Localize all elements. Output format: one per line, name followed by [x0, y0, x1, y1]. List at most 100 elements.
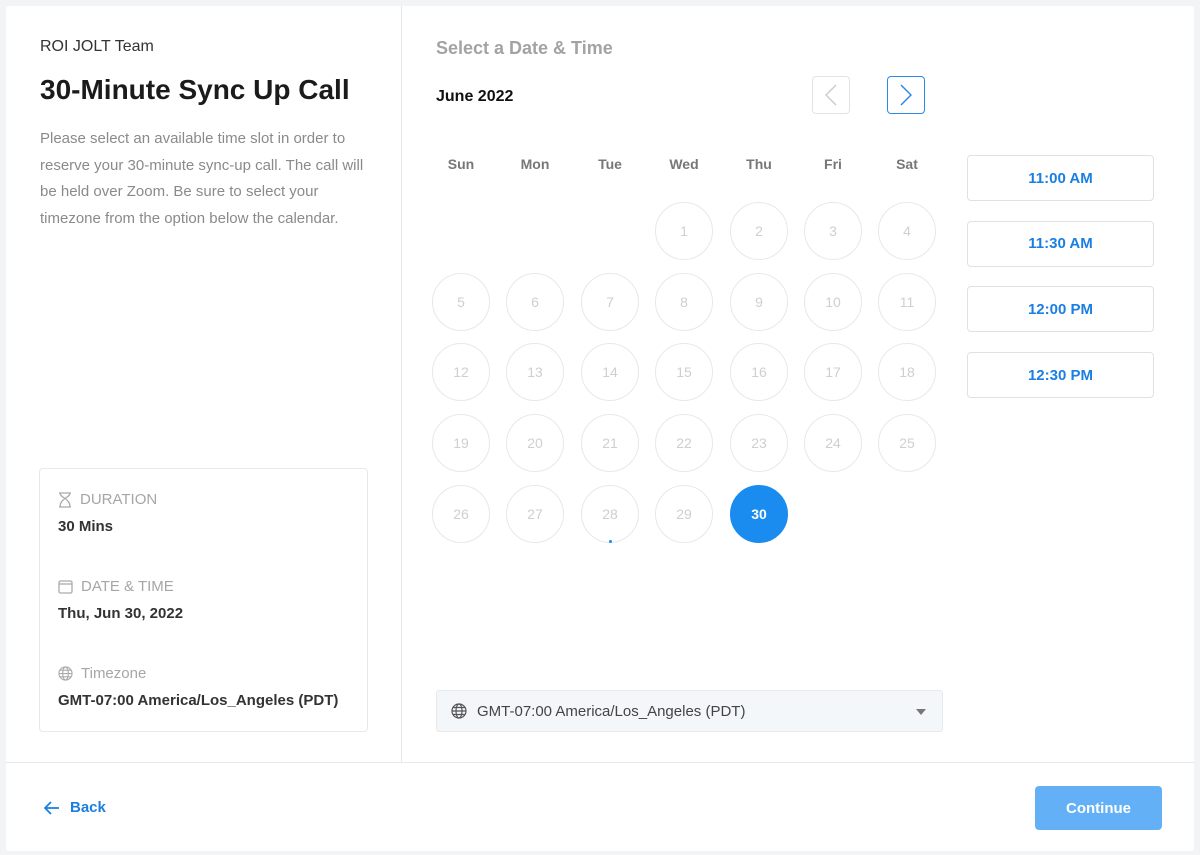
footer: Back Continue [6, 762, 1194, 851]
day-number: 22 [676, 435, 692, 452]
weekday-header: Sat [896, 156, 918, 172]
calendar-day: 19 [432, 414, 490, 473]
prev-month-button[interactable] [812, 76, 850, 114]
day-number: 23 [751, 435, 767, 452]
calendar-day: 16 [730, 343, 788, 402]
calendar-day: 17 [804, 343, 862, 402]
time-slot-button[interactable]: 12:00 PM [967, 286, 1154, 333]
calendar-day: 10 [804, 272, 862, 331]
day-number: 28 [602, 505, 618, 522]
month-label: June 2022 [436, 88, 514, 105]
day-number: 1 [680, 223, 688, 239]
duration-value: 30 Mins [58, 518, 114, 535]
duration-label: DURATION [58, 491, 157, 508]
calendar-day: 26 [432, 484, 490, 543]
day-number: 3 [829, 223, 837, 239]
calendar-day: 2 [730, 202, 788, 260]
day-number: 25 [899, 435, 915, 452]
calendar-icon [58, 580, 73, 594]
calendar-day-selected[interactable]: 30 [730, 484, 788, 543]
calendar-day: 7 [581, 272, 639, 331]
event-details-panel: ROI JOLT Team 30-Minute Sync Up Call Ple… [6, 6, 402, 762]
weekday-header: Thu [746, 156, 772, 172]
day-number: 18 [899, 364, 915, 381]
caret-down-icon [916, 709, 926, 715]
calendar-day: 21 [581, 414, 639, 473]
day-number: 19 [453, 435, 469, 452]
duration-label-text: DURATION [80, 491, 158, 508]
weekday-header: Wed [669, 156, 699, 172]
calendar-day: 24 [804, 414, 862, 473]
day-number: 11 [899, 293, 915, 310]
calendar-day: 27 [506, 484, 564, 543]
globe-icon [451, 703, 467, 719]
booking-card: ROI JOLT Team 30-Minute Sync Up Call Ple… [6, 6, 1194, 851]
calendar-day: 6 [506, 272, 564, 331]
timezone-value: GMT-07:00 America/Los_Angeles (PDT) [58, 692, 339, 709]
day-number: 2 [755, 223, 763, 239]
datetime-label: DATE & TIME [58, 578, 174, 595]
weekday-header: Sun [447, 156, 475, 172]
team-name: ROI JOLT Team [40, 38, 154, 55]
day-number: 8 [680, 293, 688, 310]
hourglass-icon [59, 491, 71, 508]
calendar-day: 28 [581, 484, 639, 543]
calendar-day: 25 [878, 414, 936, 473]
timezone-label-text: Timezone [81, 665, 147, 682]
calendar-day: 12 [432, 343, 490, 402]
calendar-day: 5 [432, 272, 490, 331]
event-description: Please select an available time slot in … [40, 130, 364, 227]
calendar-day: 11 [878, 272, 936, 331]
day-number: 20 [527, 435, 543, 452]
day-number: 12 [453, 364, 469, 381]
day-number: 30 [751, 505, 767, 522]
day-number: 16 [751, 364, 767, 381]
calendar-day: 20 [506, 414, 564, 473]
day-number: 29 [676, 505, 692, 522]
weekday-header: Tue [598, 156, 622, 172]
day-number: 15 [676, 364, 692, 381]
day-number: 7 [606, 293, 614, 310]
day-number: 9 [755, 293, 763, 310]
day-number: 10 [825, 293, 841, 310]
calendar-day: 3 [804, 202, 862, 260]
chevron-left-icon [825, 84, 837, 106]
continue-button[interactable]: Continue [1035, 786, 1162, 830]
day-number: 5 [457, 293, 465, 310]
day-number: 27 [527, 505, 543, 522]
calendar-day: 1 [655, 202, 713, 260]
next-month-button[interactable] [887, 76, 925, 114]
timezone-select[interactable]: GMT-07:00 America/Los_Angeles (PDT) [436, 690, 943, 732]
timezone-select-value: GMT-07:00 America/Los_Angeles (PDT) [477, 702, 746, 720]
calendar-day: 14 [581, 343, 639, 402]
back-button[interactable]: Back [44, 799, 106, 816]
day-number: 13 [527, 364, 543, 381]
day-number: 26 [453, 505, 469, 522]
section-heading: Select a Date & Time [436, 38, 613, 58]
day-number: 24 [825, 435, 841, 452]
day-number: 4 [903, 223, 911, 239]
chevron-right-icon [900, 84, 912, 106]
datetime-value: Thu, Jun 30, 2022 [58, 605, 184, 622]
calendar-day: 22 [655, 414, 713, 473]
calendar-day: 9 [730, 272, 788, 331]
arrow-left-icon [44, 800, 59, 815]
event-title: 30-Minute Sync Up Call [40, 74, 350, 105]
time-slot-button[interactable]: 12:30 PM [967, 352, 1154, 399]
time-slot-button[interactable]: 11:30 AM [967, 220, 1154, 267]
today-marker [609, 539, 612, 543]
day-number: 21 [602, 435, 618, 452]
summary-box: DURATION 30 Mins DATE & TIME Thu, Jun 30… [39, 468, 368, 732]
calendar-day: 29 [655, 484, 713, 543]
globe-icon [58, 666, 73, 681]
day-number: 17 [825, 364, 841, 381]
time-slot-button[interactable]: 11:00 AM [967, 155, 1154, 201]
calendar-day: 18 [878, 343, 936, 402]
weekday-header: Mon [520, 156, 550, 172]
calendar-day: 13 [506, 343, 564, 402]
calendar-day: 23 [730, 414, 788, 473]
back-label: Back [70, 799, 106, 816]
day-number: 6 [531, 293, 539, 310]
timezone-label: Timezone [58, 665, 146, 682]
weekday-header: Fri [824, 156, 842, 172]
